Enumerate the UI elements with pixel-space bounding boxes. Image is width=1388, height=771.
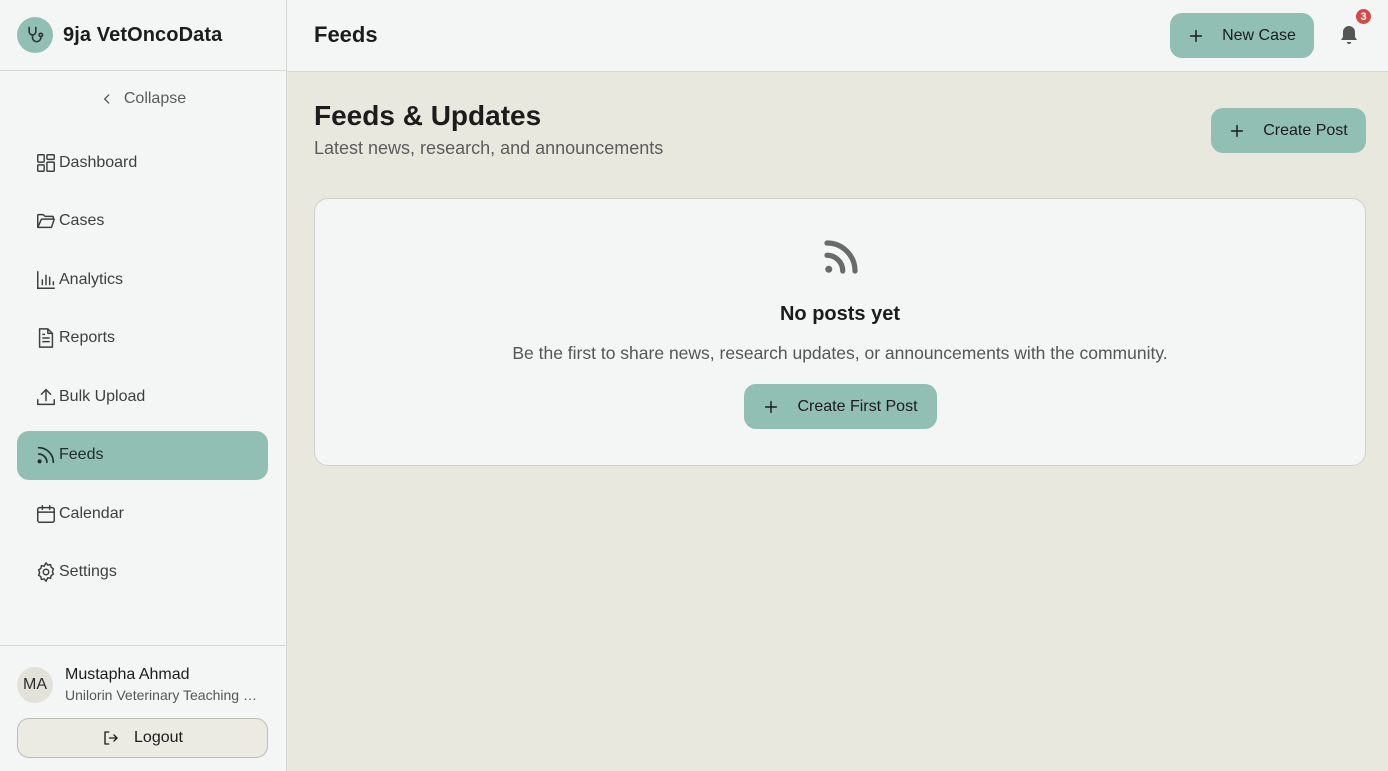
sidebar-item-label: Feeds bbox=[59, 446, 104, 463]
stethoscope-icon bbox=[17, 17, 53, 53]
sidebar-item-label: Reports bbox=[59, 329, 116, 346]
brand-name: 9ja VetOncoData bbox=[63, 23, 223, 46]
sidebar-item-dashboard[interactable]: Dashboard bbox=[17, 138, 268, 187]
empty-state-text: Be the first to share news, research upd… bbox=[512, 343, 1168, 363]
logout-label: Logout bbox=[134, 729, 183, 746]
user-organization: Unilorin Veterinary Teaching Hospital bbox=[65, 687, 265, 703]
sidebar-item-label: Settings bbox=[59, 563, 117, 580]
new-case-label: New Case bbox=[1222, 26, 1296, 44]
create-post-label: Create Post bbox=[1263, 121, 1348, 139]
page-title: Feeds & Updates bbox=[314, 100, 542, 131]
brand[interactable]: 9ja VetOncoData bbox=[0, 0, 286, 71]
gear-icon bbox=[37, 562, 55, 582]
notification-badge: 3 bbox=[1356, 9, 1371, 24]
rss-icon bbox=[37, 446, 55, 464]
chevron-left-icon bbox=[103, 94, 110, 104]
collapse-label: Collapse bbox=[123, 90, 187, 107]
sidebar-footer: MA Mustapha Ahmad Unilorin Veterinary Te… bbox=[0, 645, 286, 771]
plus-icon bbox=[765, 400, 778, 413]
empty-state-card: No posts yet Be the first to share news,… bbox=[314, 198, 1366, 466]
create-first-post-label: Create First Post bbox=[797, 397, 918, 415]
plus-icon bbox=[1190, 29, 1203, 42]
avatar: MA bbox=[17, 666, 53, 703]
bell-icon[interactable] bbox=[1337, 22, 1361, 48]
sidebar-item-cases[interactable]: Cases bbox=[17, 197, 268, 246]
sidebar-item-feeds[interactable]: Feeds bbox=[17, 430, 268, 480]
sidebar-item-label: Bulk Upload bbox=[59, 387, 146, 405]
top-header: Feeds New Case 3 bbox=[287, 0, 1388, 72]
sidebar-item-settings[interactable]: Settings bbox=[17, 548, 268, 597]
sidebar-item-label: Calendar bbox=[59, 504, 124, 522]
dashboard-icon bbox=[37, 153, 55, 172]
document-icon bbox=[38, 328, 54, 348]
sidebar-item-label: Analytics bbox=[59, 270, 124, 288]
user-profile[interactable]: MA Mustapha Ahmad Unilorin Veterinary Te… bbox=[17, 666, 265, 703]
sidebar-item-bulk-upload[interactable]: Bulk Upload bbox=[17, 372, 268, 421]
create-first-post-button[interactable]: Create First Post bbox=[744, 384, 937, 429]
upload-icon bbox=[37, 388, 55, 405]
sidebar-item-label: Dashboard bbox=[59, 153, 138, 171]
collapse-button[interactable]: Collapse bbox=[0, 90, 286, 108]
create-post-button[interactable]: Create Post bbox=[1211, 108, 1366, 153]
sidebar-nav: Dashboard Cases Analytics Reports Bulk U… bbox=[17, 138, 268, 606]
bar-chart-icon bbox=[37, 270, 55, 289]
logout-icon bbox=[104, 731, 118, 745]
sidebar-item-analytics[interactable]: Analytics bbox=[17, 255, 268, 304]
user-name: Mustapha Ahmad bbox=[65, 666, 190, 683]
sidebar-item-reports[interactable]: Reports bbox=[17, 314, 268, 363]
calendar-icon bbox=[37, 504, 55, 523]
rss-icon bbox=[824, 240, 858, 274]
plus-icon bbox=[1231, 124, 1244, 137]
folder-icon bbox=[37, 213, 55, 229]
logout-button[interactable]: Logout bbox=[17, 718, 268, 758]
empty-state-title: No posts yet bbox=[779, 303, 901, 325]
sidebar-item-calendar[interactable]: Calendar bbox=[17, 489, 268, 538]
page-subtitle: Latest news, research, and announcements bbox=[314, 138, 664, 158]
sidebar: 9ja VetOncoData Collapse Dashboard Cases… bbox=[0, 0, 287, 771]
sidebar-item-label: Cases bbox=[59, 212, 105, 229]
header-title: Feeds bbox=[314, 22, 378, 47]
new-case-button[interactable]: New Case bbox=[1170, 13, 1314, 58]
